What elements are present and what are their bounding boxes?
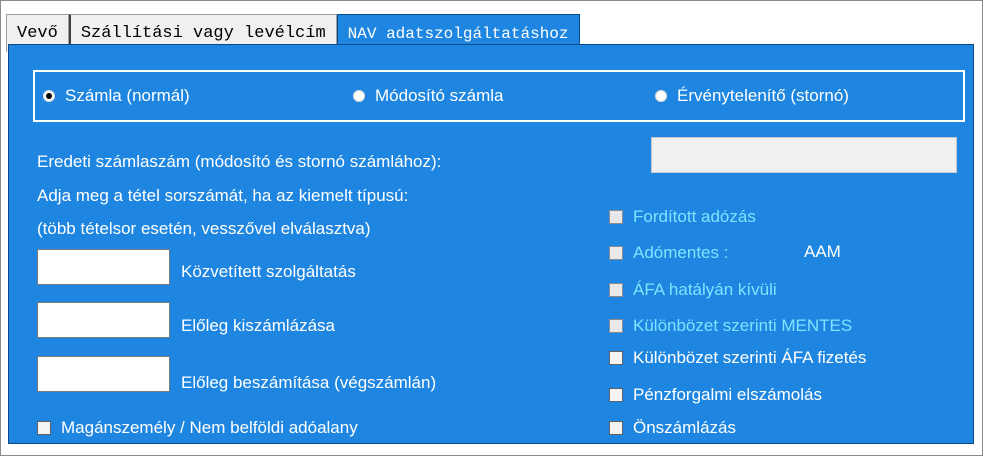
item-instructions-line1: Adja meg a tétel sorszámát, ha az kiemel… xyxy=(37,186,409,205)
advance-deduction-label: Előleg beszámítása (végszámlán) xyxy=(181,373,437,392)
radio-modifying-invoice[interactable]: Módosító számla xyxy=(353,86,504,106)
checkbox-box xyxy=(609,421,623,435)
radio-selected-icon xyxy=(43,90,55,102)
radio-normal-invoice[interactable]: Számla (normál) xyxy=(43,86,190,106)
nav-data-panel: Számla (normál) Módosító számla Érvényte… xyxy=(8,44,974,444)
advance-deduction-input[interactable] xyxy=(37,356,170,392)
invoice-type-group: Számla (normál) Módosító számla Érvényte… xyxy=(33,70,965,122)
original-invoice-input[interactable] xyxy=(651,137,957,173)
checkbox-label: Pénzforgalmi elszámolás xyxy=(633,385,822,404)
out-of-vat-scope-checkbox[interactable]: ÁFA hatályán kívüli xyxy=(609,280,777,300)
item-instructions-line2: (több tételsor esetén, vesszővel elválas… xyxy=(37,219,371,238)
checkbox-box xyxy=(609,388,623,402)
checkbox-label: ÁFA hatályán kívüli xyxy=(633,280,777,299)
intermediated-service-input[interactable] xyxy=(37,249,170,285)
reverse-charge-checkbox[interactable]: Fordított adózás xyxy=(609,207,756,227)
radio-cancel-invoice[interactable]: Érvénytelenítő (stornó) xyxy=(655,86,849,106)
radio-unselected-icon xyxy=(353,90,365,102)
checkbox-label: Különbözet szerinti MENTES xyxy=(633,316,853,335)
checkbox-label: Különbözet szerinti ÁFA fizetés xyxy=(633,348,867,367)
checkbox-box xyxy=(609,210,623,224)
checkbox-label: Fordított adózás xyxy=(633,207,756,226)
radio-label: Érvénytelenítő (stornó) xyxy=(677,86,849,105)
private-person-checkbox[interactable]: Magánszemély / Nem belföldi adóalany xyxy=(37,418,358,438)
tax-exempt-code: AAM xyxy=(804,242,841,261)
checkbox-label: Magánszemély / Nem belföldi adóalany xyxy=(61,418,358,437)
margin-exempt-checkbox[interactable]: Különbözet szerinti MENTES xyxy=(609,316,852,336)
radio-label: Módosító számla xyxy=(375,86,504,105)
advance-invoicing-input[interactable] xyxy=(37,302,170,338)
checkbox-box xyxy=(609,351,623,365)
checkbox-box xyxy=(609,319,623,333)
checkbox-label: Önszámlázás xyxy=(633,418,736,437)
original-invoice-label: Eredeti számlaszám (módosító és stornó s… xyxy=(37,152,442,171)
checkbox-label: Adómentes : xyxy=(633,243,729,262)
radio-label: Számla (normál) xyxy=(65,86,190,105)
checkbox-box xyxy=(37,421,51,435)
advance-invoicing-label: Előleg kiszámlázása xyxy=(181,316,336,335)
self-billing-checkbox[interactable]: Önszámlázás xyxy=(609,418,736,438)
cash-accounting-checkbox[interactable]: Pénzforgalmi elszámolás xyxy=(609,385,822,405)
checkbox-box xyxy=(609,283,623,297)
checkbox-box xyxy=(609,246,623,260)
intermediated-service-label: Közvetített szolgáltatás xyxy=(181,262,356,281)
tax-exempt-checkbox[interactable]: Adómentes : xyxy=(609,243,728,263)
radio-unselected-icon xyxy=(655,90,667,102)
margin-vat-checkbox[interactable]: Különbözet szerinti ÁFA fizetés xyxy=(609,348,866,368)
